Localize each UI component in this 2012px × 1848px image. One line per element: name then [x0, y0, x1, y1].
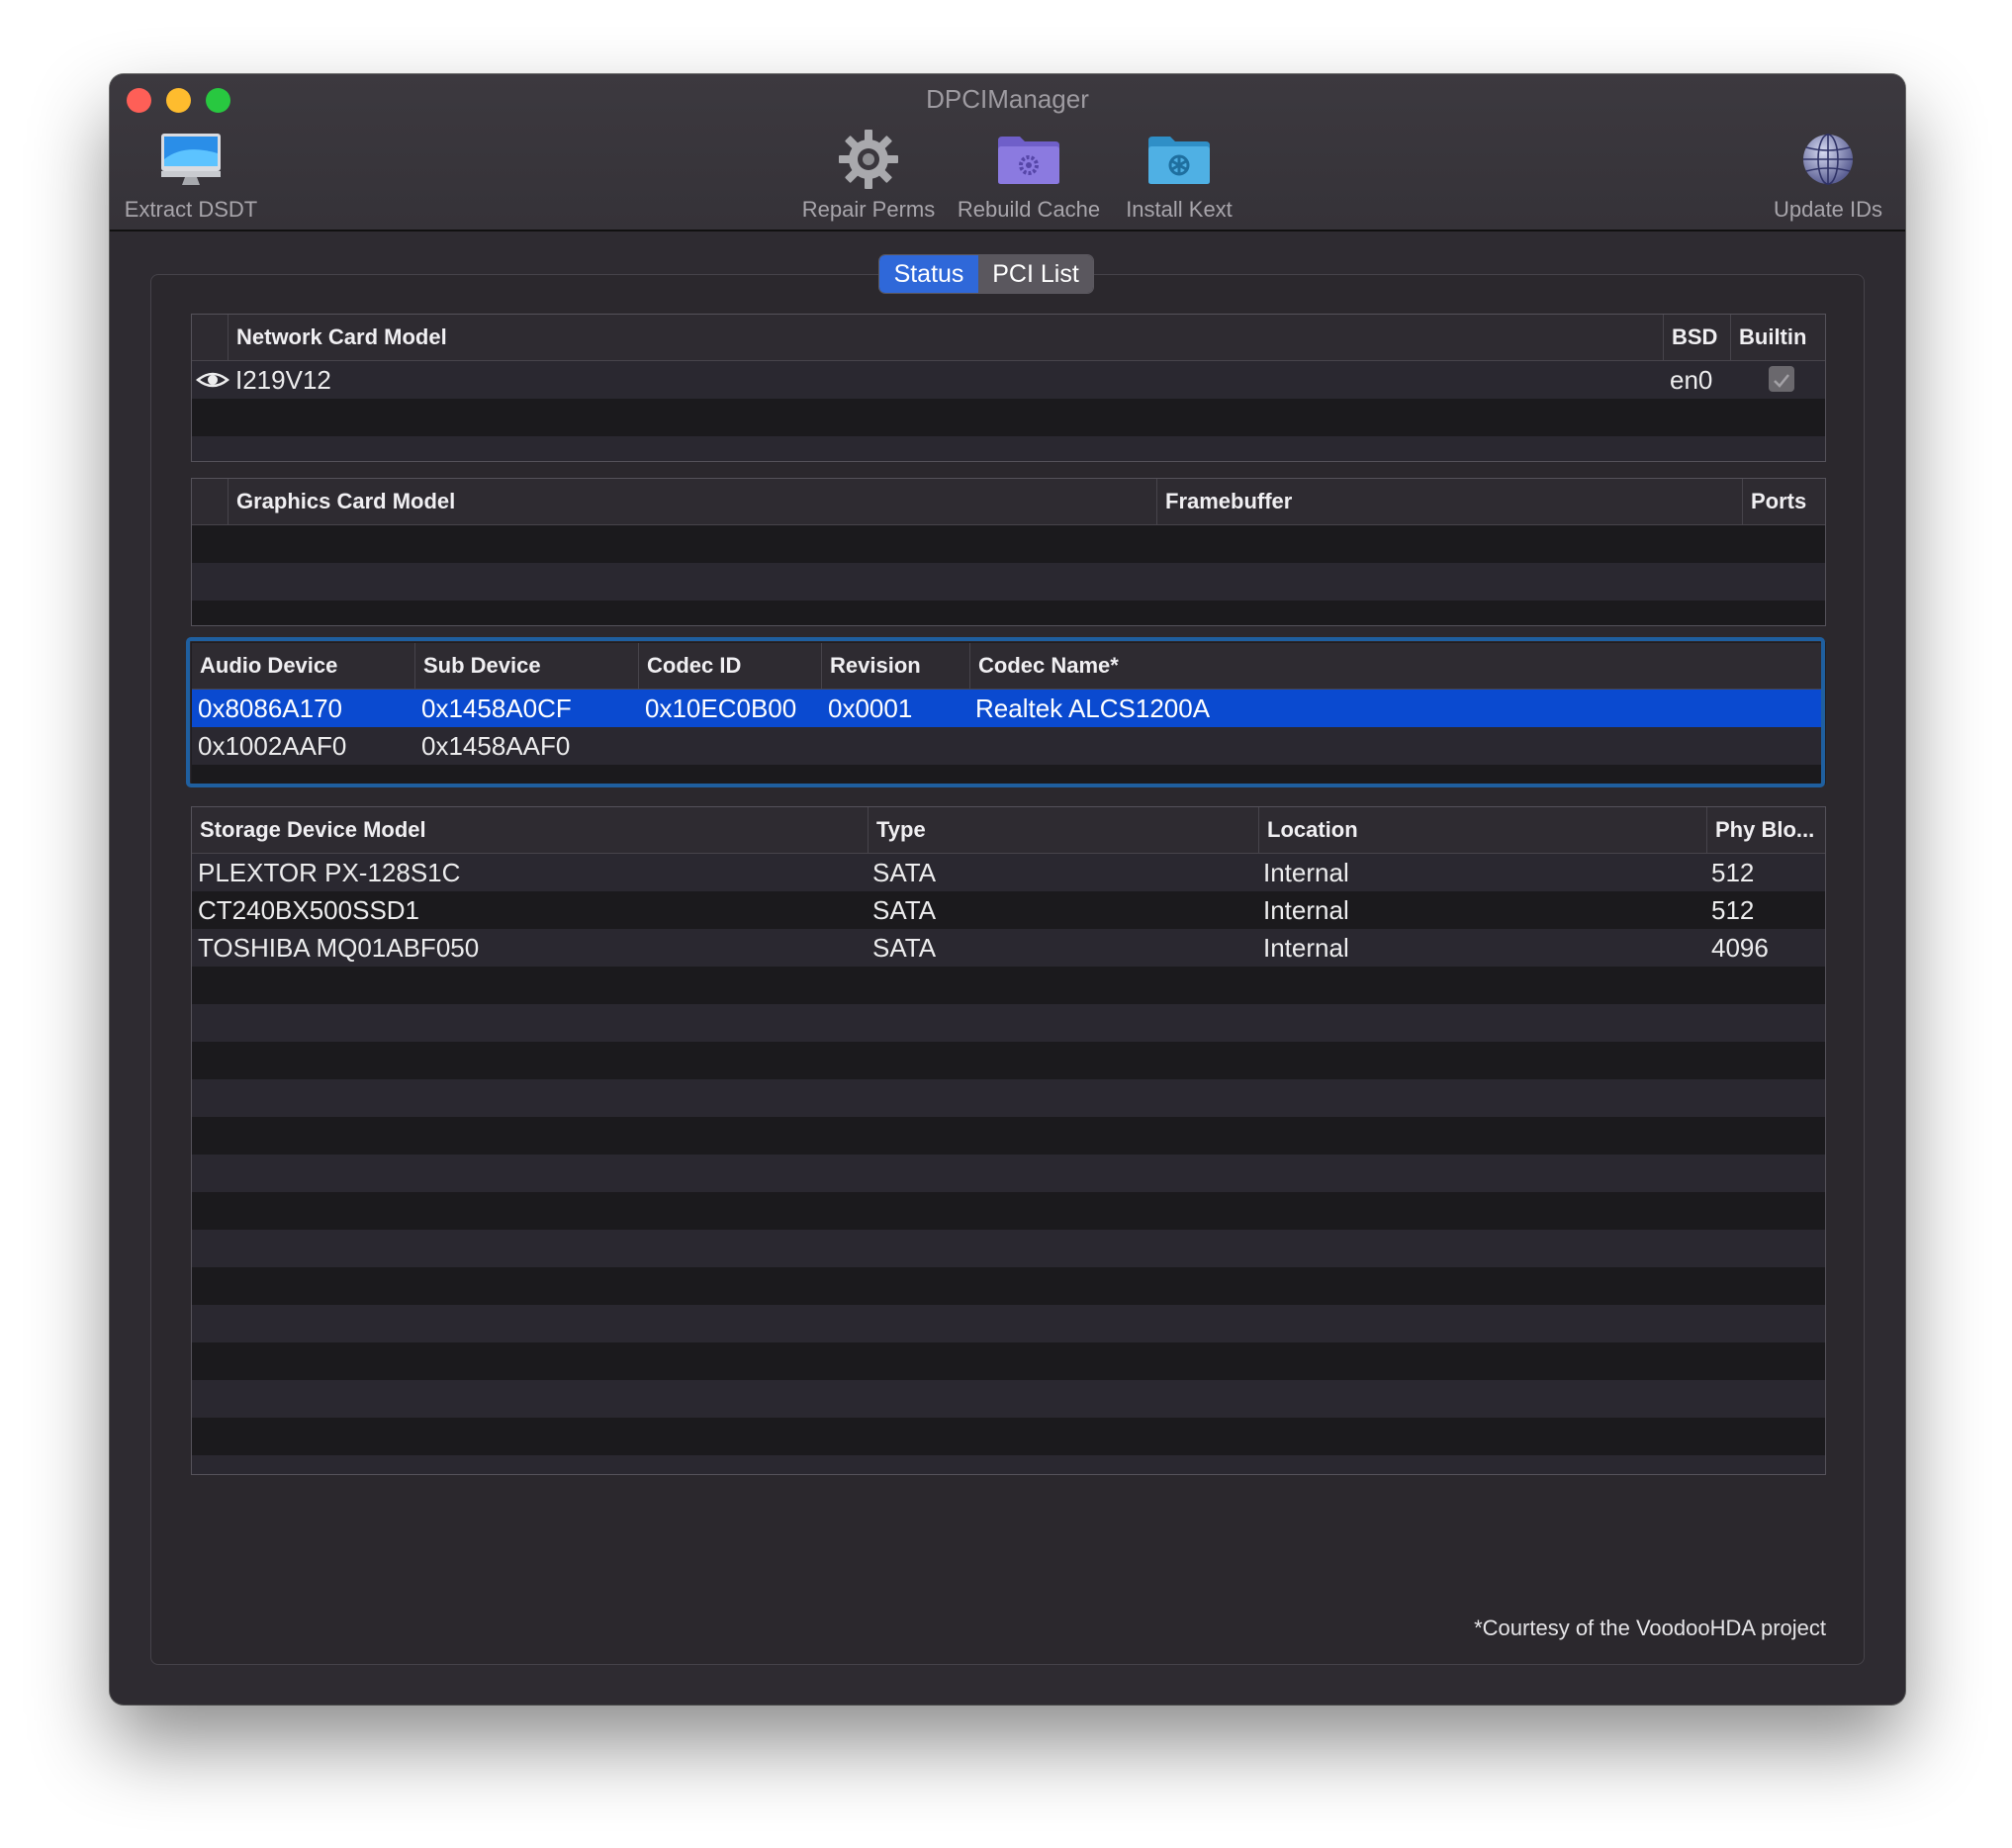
table-row[interactable]: CT240BX500SSD1 SATA Internal 512: [192, 891, 1825, 929]
audio-sub-cell: 0x1458AAF0: [421, 731, 571, 761]
storage-model-cell: TOSHIBA MQ01ABF050: [198, 933, 480, 963]
repair-perms-button[interactable]: Repair Perms: [794, 126, 943, 223]
audio-codec-name-cell: Realtek ALCS1200A: [975, 693, 1211, 723]
storage-model-cell: CT240BX500SSD1: [198, 895, 420, 925]
update-ids-label: Update IDs: [1773, 197, 1883, 222]
table-row-empty: [192, 1155, 1825, 1192]
view-tabs: Status PCI List: [878, 254, 1094, 294]
folder-gear-icon: [950, 126, 1108, 193]
network-table[interactable]: Network Card Model BSD Builtin I219V12 e…: [191, 314, 1826, 462]
audio-revision-header[interactable]: Revision: [821, 643, 921, 689]
checkmark-icon: [1774, 374, 1789, 388]
app-window: DPCIManager Extract DSDT Repair Perms Re…: [110, 74, 1905, 1705]
audio-device-header[interactable]: Audio Device: [200, 643, 337, 689]
audio-sub-header[interactable]: Sub Device: [414, 643, 541, 689]
audio-device-cell: 0x1002AAF0: [198, 731, 347, 761]
table-row-empty: [192, 1418, 1825, 1455]
table-row-empty: [192, 1117, 1825, 1155]
network-model-header[interactable]: Network Card Model: [228, 315, 447, 360]
storage-type-header[interactable]: Type: [868, 807, 926, 853]
imac-icon: [122, 126, 260, 193]
gear-icon: [794, 126, 943, 193]
update-ids-button[interactable]: Update IDs: [1764, 126, 1892, 223]
audio-codec-id-cell: 0x10EC0B00: [645, 693, 797, 723]
extract-dsdt-label: Extract DSDT: [124, 197, 258, 222]
audio-device-cell: 0x8086A170: [198, 693, 343, 723]
table-row-empty: [192, 1230, 1825, 1267]
storage-type-cell: SATA: [872, 933, 937, 963]
table-row-empty: [192, 1267, 1825, 1305]
audio-codec-id-header[interactable]: Codec ID: [638, 643, 741, 689]
extract-dsdt-button[interactable]: Extract DSDT: [122, 126, 260, 223]
graphics-header-row: Graphics Card Model Framebuffer Ports: [192, 479, 1825, 525]
storage-block-header[interactable]: Phy Blo...: [1706, 807, 1814, 853]
network-bsd-header[interactable]: BSD: [1663, 315, 1717, 360]
table-row-empty: [192, 1079, 1825, 1117]
storage-type-cell: SATA: [872, 895, 937, 925]
storage-type-cell: SATA: [872, 858, 937, 887]
audio-header-row: Audio Device Sub Device Codec ID Revisio…: [192, 643, 1825, 690]
graphics-table[interactable]: Graphics Card Model Framebuffer Ports: [191, 478, 1826, 626]
table-row-empty: [192, 967, 1825, 1004]
storage-location-header[interactable]: Location: [1258, 807, 1358, 853]
table-row[interactable]: TOSHIBA MQ01ABF050 SATA Internal 4096: [192, 929, 1825, 967]
graphics-framebuffer-header[interactable]: Framebuffer: [1156, 479, 1292, 524]
footnote: *Courtesy of the VoodooHDA project: [1474, 1616, 1826, 1640]
storage-block-cell: 4096: [1711, 933, 1769, 963]
audio-table[interactable]: Audio Device Sub Device Codec ID Revisio…: [191, 642, 1826, 785]
storage-block-cell: 512: [1711, 895, 1755, 925]
graphics-ports-header[interactable]: Ports: [1742, 479, 1806, 524]
table-row[interactable]: PLEXTOR PX-128S1C SATA Internal 512: [192, 854, 1825, 891]
table-row-empty: [192, 1042, 1825, 1079]
globe-icon: [1764, 126, 1892, 193]
network-model-cell: I219V12: [235, 365, 331, 395]
toolbar: DPCIManager Extract DSDT Repair Perms Re…: [110, 74, 1905, 231]
folder-kext-icon: [1110, 126, 1248, 193]
table-row-empty: [192, 1380, 1825, 1418]
eye-icon[interactable]: [195, 361, 230, 399]
rebuild-cache-button[interactable]: Rebuild Cache: [950, 126, 1108, 223]
audio-revision-cell: 0x0001: [828, 693, 913, 723]
tab-status[interactable]: Status: [879, 255, 978, 293]
tab-pci-list[interactable]: PCI List: [978, 255, 1093, 293]
table-row-empty: [192, 399, 1825, 436]
table-row-empty: [192, 1342, 1825, 1380]
table-row-empty: [192, 563, 1825, 601]
repair-perms-label: Repair Perms: [801, 197, 936, 222]
table-row-selected[interactable]: 0x8086A170 0x1458A0CF 0x10EC0B00 0x0001 …: [192, 690, 1825, 727]
window-title: DPCIManager: [926, 84, 1089, 114]
install-kext-label: Install Kext: [1126, 197, 1233, 222]
network-header-row: Network Card Model BSD Builtin: [192, 315, 1825, 361]
table-row-empty: [192, 1004, 1825, 1042]
storage-location-cell: Internal: [1263, 858, 1349, 887]
audio-codec-name-header[interactable]: Codec Name*: [969, 643, 1119, 689]
table-row-empty: [192, 1192, 1825, 1230]
storage-location-cell: Internal: [1263, 933, 1349, 963]
storage-model-header[interactable]: Storage Device Model: [200, 807, 426, 853]
table-row[interactable]: 0x1002AAF0 0x1458AAF0: [192, 727, 1825, 765]
network-bsd-cell: en0: [1670, 365, 1713, 395]
storage-block-cell: 512: [1711, 858, 1755, 887]
storage-location-cell: Internal: [1263, 895, 1349, 925]
table-row-empty: [192, 525, 1825, 563]
table-row-empty: [192, 765, 1825, 784]
rebuild-cache-label: Rebuild Cache: [957, 197, 1101, 222]
storage-header-row: Storage Device Model Type Location Phy B…: [192, 807, 1825, 854]
graphics-model-header[interactable]: Graphics Card Model: [228, 479, 455, 524]
audio-sub-cell: 0x1458A0CF: [421, 693, 572, 723]
storage-table[interactable]: Storage Device Model Type Location Phy B…: [191, 806, 1826, 1475]
table-row-empty: [192, 436, 1825, 461]
table-row-empty: [192, 1455, 1825, 1474]
table-row-empty: [192, 601, 1825, 625]
table-row[interactable]: I219V12 en0: [192, 361, 1825, 399]
install-kext-button[interactable]: Install Kext: [1110, 126, 1248, 223]
storage-model-cell: PLEXTOR PX-128S1C: [198, 858, 461, 887]
network-builtin-header[interactable]: Builtin: [1730, 315, 1806, 360]
table-row-empty: [192, 1305, 1825, 1342]
builtin-checkbox[interactable]: [1769, 366, 1794, 392]
